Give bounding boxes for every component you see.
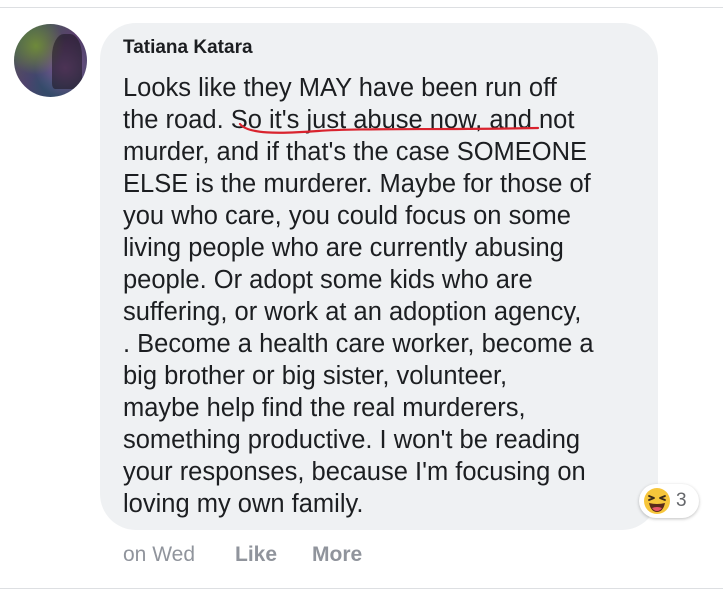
reaction-count: 3 [676, 490, 687, 511]
author-avatar[interactable] [14, 24, 87, 97]
like-button[interactable]: Like [235, 543, 277, 567]
comment-author-name[interactable]: Tatiana Katara [123, 37, 253, 59]
top-divider [0, 7, 723, 8]
avatar-figure [52, 34, 82, 89]
more-button[interactable]: More [312, 543, 362, 567]
comment-timestamp[interactable]: on Wed [123, 543, 195, 567]
reaction-summary[interactable]: 3 [639, 484, 699, 518]
bottom-divider [0, 588, 723, 589]
red-underline-annotation [238, 122, 540, 134]
comment-body: Looks like they MAY have been run off th… [123, 74, 594, 518]
laughing-emoji-icon [644, 488, 670, 514]
